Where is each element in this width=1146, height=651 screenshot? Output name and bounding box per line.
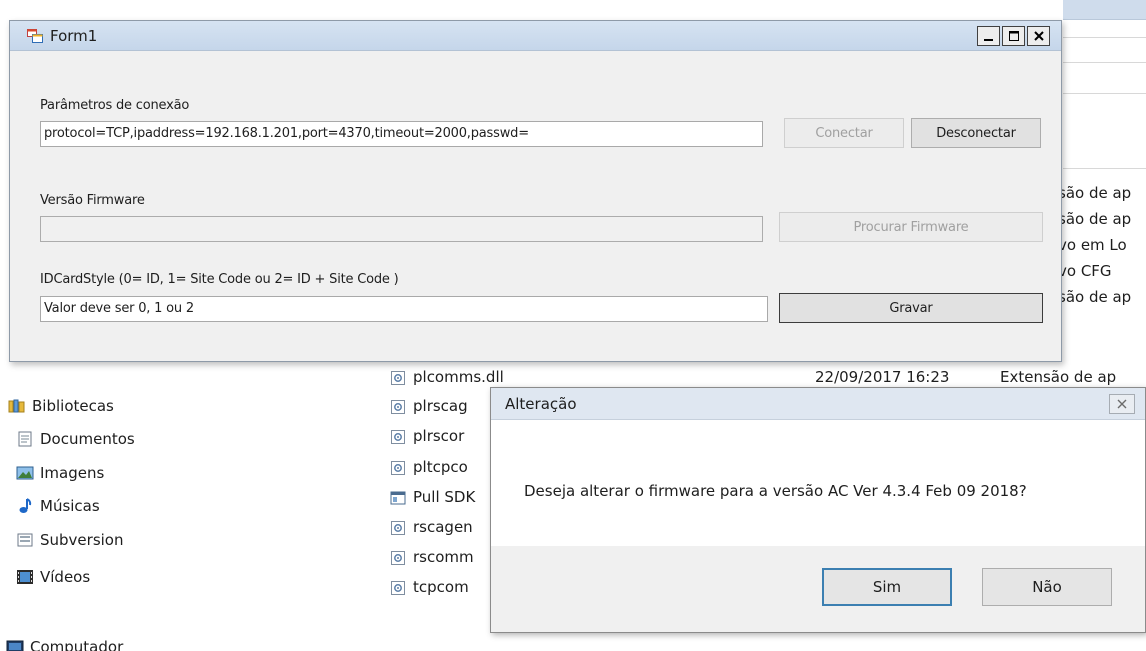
nav-item-imagens[interactable]: Imagens [16, 461, 104, 485]
nav-item-videos[interactable]: Vídeos [16, 565, 90, 589]
minimize-button[interactable] [977, 26, 1000, 46]
dialog-message: Deseja alterar o firmware para a versão … [524, 482, 1027, 500]
firmware-version-field [40, 216, 763, 242]
dll-file-icon [391, 371, 405, 385]
dialog-footer: Sim Não [491, 546, 1145, 632]
nav-item-computador[interactable]: Computador [6, 635, 123, 651]
dialog-close-button[interactable] [1109, 394, 1135, 414]
subversion-icon [17, 533, 33, 547]
nav-item-label: Computador [30, 638, 124, 651]
dialog-title-bar[interactable]: Alteração [491, 388, 1145, 420]
documents-icon [18, 431, 32, 447]
nav-item-subversion[interactable]: Subversion [16, 528, 124, 552]
nav-item-label: Bibliotecas [32, 397, 114, 415]
minimize-icon [983, 39, 993, 41]
file-name: plrscor [413, 427, 465, 445]
file-type: Extensão de ap [1000, 368, 1117, 386]
no-button[interactable]: Não [982, 568, 1112, 606]
firmware-version-label: Versão Firmware [40, 193, 145, 208]
save-button[interactable]: Gravar [779, 293, 1043, 323]
window-title: Form1 [50, 27, 98, 45]
library-icon [8, 399, 25, 413]
application-icon [390, 491, 406, 505]
window-controls [977, 26, 1050, 46]
dll-file-icon [391, 461, 405, 475]
nav-item-label: Músicas [40, 497, 100, 515]
idcard-style-label: IDCardStyle (0= ID, 1= Site Code ou 2= I… [40, 272, 399, 287]
nav-item-bibliotecas[interactable]: Bibliotecas [8, 394, 114, 418]
file-name: rscagen [413, 518, 473, 536]
nav-item-label: Imagens [40, 464, 105, 482]
connection-params-input[interactable]: protocol=TCP,ipaddress=192.168.1.201,por… [40, 121, 763, 147]
dll-file-icon [391, 400, 405, 414]
confirm-dialog: Alteração Deseja alterar o firmware para… [490, 387, 1146, 633]
dll-file-icon [391, 521, 405, 535]
nav-item-musicas[interactable]: Músicas [16, 494, 100, 518]
yes-button[interactable]: Sim [822, 568, 952, 606]
close-icon [1033, 31, 1044, 41]
file-name: plrscag [413, 397, 468, 415]
disconnect-button[interactable]: Desconectar [911, 118, 1041, 148]
nav-item-label: Documentos [40, 430, 135, 448]
navigation-pane: Bibliotecas Documentos Imagens Músicas S… [0, 380, 360, 651]
connection-params-label: Parâmetros de conexão [40, 98, 190, 113]
close-button[interactable] [1027, 26, 1050, 46]
file-name: Pull SDK [413, 488, 476, 506]
nav-item-documentos[interactable]: Documentos [16, 427, 135, 451]
dll-file-icon [391, 581, 405, 595]
search-firmware-button[interactable]: Procurar Firmware [779, 212, 1043, 242]
music-icon [19, 498, 32, 513]
nav-item-label: Vídeos [40, 568, 91, 586]
dll-file-icon [391, 551, 405, 565]
maximize-button[interactable] [1002, 26, 1025, 46]
connect-button[interactable]: Conectar [784, 118, 904, 148]
nav-item-label: Subversion [40, 531, 124, 549]
file-name: pltcpco [413, 458, 468, 476]
form1-window: Form1 Parâmetros de conexão protocol=TCP… [9, 20, 1062, 362]
pictures-icon [16, 466, 34, 480]
form1-title-bar[interactable]: Form1 [10, 21, 1061, 51]
file-name: rscomm [413, 548, 474, 566]
file-name: tcpcom [413, 578, 469, 596]
application-icon [27, 29, 43, 43]
idcard-style-input[interactable]: Valor deve ser 0, 1 ou 2 [40, 296, 768, 322]
file-name: plcomms.dll [413, 368, 504, 386]
videos-icon [17, 570, 33, 584]
close-icon [1117, 399, 1127, 409]
dll-file-icon [391, 430, 405, 444]
dialog-title: Alteração [505, 395, 577, 413]
file-date: 22/09/2017 16:23 [815, 368, 950, 386]
maximize-icon [1008, 31, 1019, 41]
computer-icon [6, 640, 24, 651]
